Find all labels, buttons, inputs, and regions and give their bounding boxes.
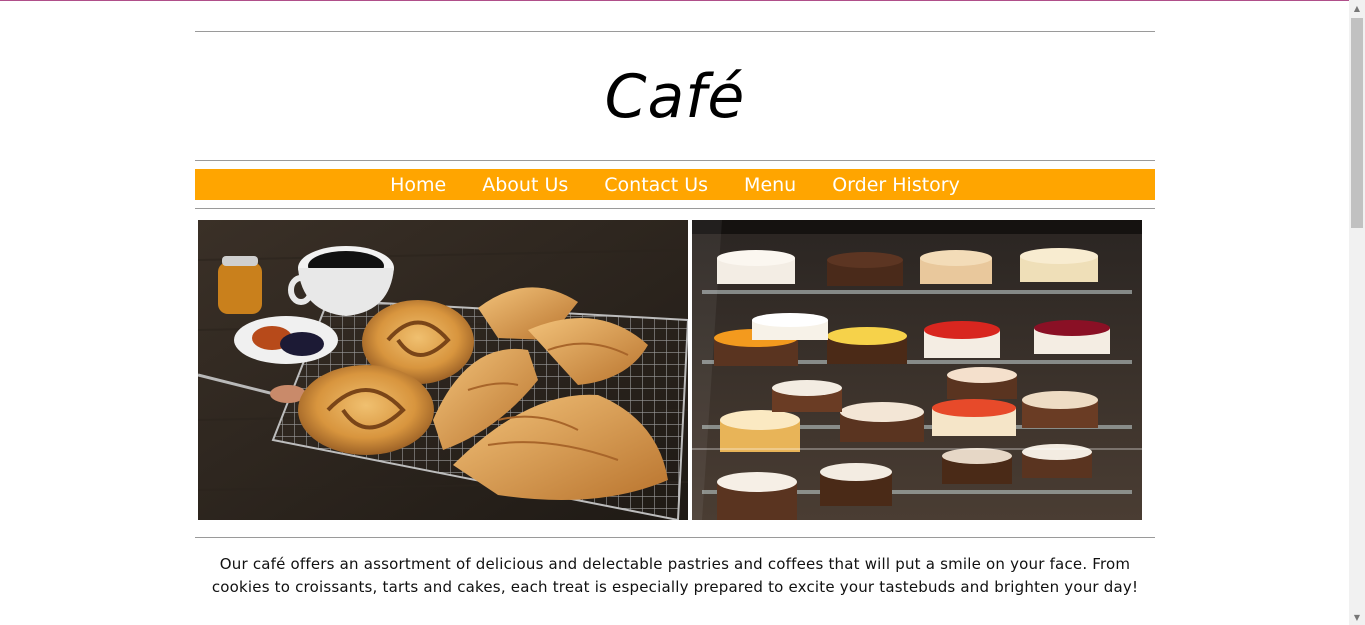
- divider-top: [195, 31, 1155, 32]
- divider-below-nav: [195, 208, 1155, 209]
- arrow-up-icon[interactable]: ▲: [1349, 0, 1365, 16]
- divider-above-intro: [195, 537, 1155, 538]
- scrollbar-thumb[interactable]: [1351, 18, 1363, 228]
- nav-about-us[interactable]: About Us: [482, 174, 568, 196]
- top-border: [0, 0, 1349, 1]
- page-title: Café: [604, 62, 746, 132]
- arrow-down-icon[interactable]: ▼: [1349, 609, 1365, 625]
- nav-contact-us[interactable]: Contact Us: [604, 174, 708, 196]
- cake-display-photo: [692, 220, 1142, 520]
- nav-order-history[interactable]: Order History: [832, 174, 960, 196]
- intro-text: Our café offers an assortment of delicio…: [211, 555, 1139, 596]
- nav-home[interactable]: Home: [390, 174, 446, 196]
- nav-menu[interactable]: Menu: [744, 174, 796, 196]
- vertical-scrollbar[interactable]: ▲ ▼: [1349, 0, 1365, 625]
- divider-above-nav: [195, 160, 1155, 161]
- pastries-photo: [198, 220, 688, 520]
- main-nav: Home About Us Contact Us Menu Order Hist…: [195, 169, 1155, 200]
